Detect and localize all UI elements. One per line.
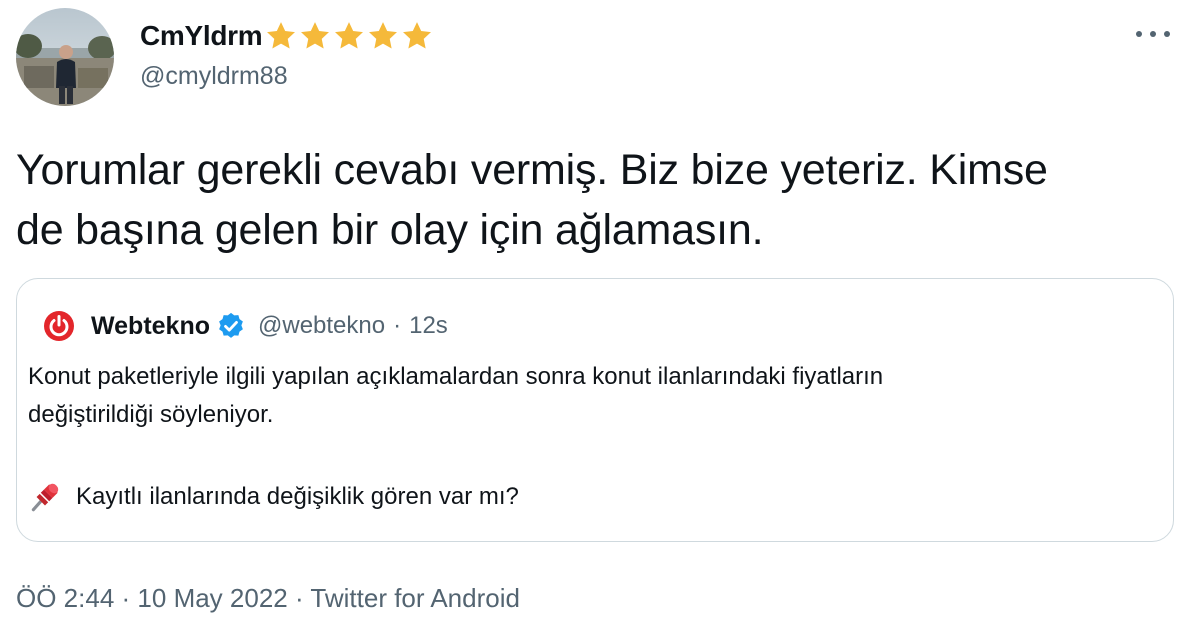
tweet-text-line: de başına gelen bir olay için ağlamasın.: [16, 206, 764, 254]
tweet-source[interactable]: Twitter for Android: [310, 583, 520, 613]
tweet-date[interactable]: 10 May 2022: [137, 583, 287, 613]
quoted-author-handle[interactable]: @webtekno: [258, 312, 385, 340]
quoted-text-line: değiştirildiği söyleniyor.: [28, 401, 274, 428]
author-avatar[interactable]: [16, 8, 114, 106]
tweet-footer: ÖÖ 2:44 · 10 May 2022 · Twitter for Andr…: [16, 583, 520, 614]
quoted-pin-line: Kayıtlı ilanlarında değişiklik gören var…: [26, 478, 519, 516]
more-options-button[interactable]: [1136, 24, 1170, 44]
tweet-text-line: Yorumlar gerekli cevabı vermiş. Biz bize…: [16, 146, 1048, 194]
tweet-text: Yorumlar gerekli cevabı vermiş. Biz bize…: [16, 140, 1176, 260]
author-name-row: CmYldrm: [140, 16, 434, 56]
quoted-text-line: Kayıtlı ilanlarında değişiklik gören var…: [76, 483, 519, 510]
footer-separator: ·: [121, 583, 131, 613]
star-icon: [369, 22, 398, 49]
author-display-name[interactable]: CmYldrm: [140, 20, 263, 52]
quoted-author-name[interactable]: Webtekno: [91, 312, 210, 341]
star-icon: [403, 22, 432, 49]
tweet-time[interactable]: ÖÖ 2:44: [16, 583, 114, 613]
meta-separator: ·: [393, 312, 402, 339]
tweet-card: CmYldrm @cmyldrm88 Yorumlar gerekli ceva…: [0, 0, 1200, 631]
name-star-emojis: [264, 19, 434, 53]
verified-badge-icon: [219, 312, 243, 338]
quoted-text-line: Konut paketleriyle ilgili yapılan açıkla…: [28, 363, 884, 390]
quoted-tweet-time[interactable]: 12s: [409, 312, 448, 340]
webtekno-logo-icon: [44, 311, 74, 341]
avatar-image: [16, 8, 114, 106]
author-handle[interactable]: @cmyldrm88: [140, 62, 434, 91]
star-icon: [335, 22, 364, 49]
more-horizontal-icon-dot: [1164, 31, 1170, 37]
more-horizontal-icon-dot: [1150, 31, 1156, 37]
quoted-tweet-header: Webtekno @webtekno · 12s: [43, 309, 448, 343]
star-icon: [267, 22, 296, 49]
star-icon: [301, 22, 330, 49]
quoted-tweet-body: Konut paketleriyle ilgili yapılan açıkla…: [28, 358, 883, 434]
pushpin-icon: [31, 483, 59, 512]
footer-separator: ·: [294, 583, 304, 613]
more-horizontal-icon: [1136, 31, 1142, 37]
author-info: CmYldrm @cmyldrm88: [140, 16, 434, 91]
